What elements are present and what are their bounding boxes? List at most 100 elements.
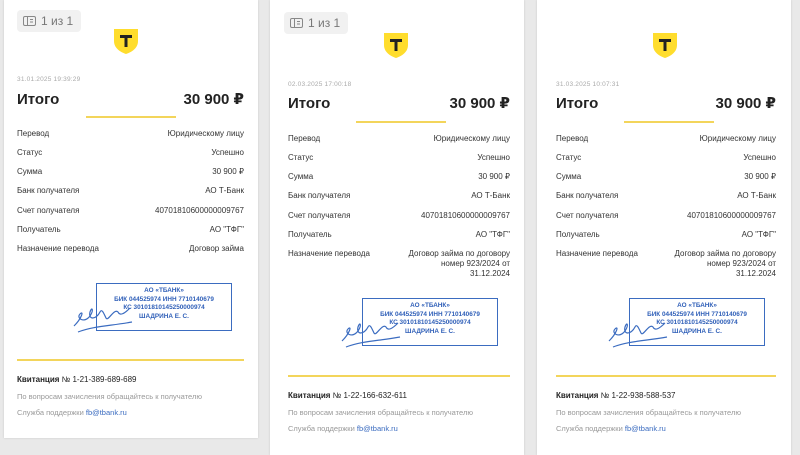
row-label: Перевод (288, 134, 321, 143)
row-label: Перевод (17, 129, 50, 138)
receipt-number: Квитанция № 1-22-938-588-537 (556, 391, 676, 400)
timestamp: 31.03.2025 10:07:31 (556, 81, 620, 88)
total-amount: 30 900 ₽ (449, 95, 510, 112)
note-text: По вопросам зачисления обращайтесь к пол… (288, 408, 473, 417)
divider (86, 116, 176, 118)
row-sum: Сумма 30 900 ₽ (556, 172, 776, 181)
row-recipient: Получатель АО "ТФГ" (17, 225, 244, 234)
row-value: Успешно (743, 153, 776, 162)
row-account: Счет получателя 40701810600000009767 (17, 206, 244, 215)
receipt-number: Квитанция № 1-21-389-689-689 (17, 375, 137, 384)
row-label: Назначение перевода (556, 249, 638, 258)
support-email-link[interactable]: fb@tbank.ru (357, 424, 398, 433)
page-counter[interactable]: 1 из 1 (17, 10, 82, 32)
receipt-value: № 1-22-938-588-537 (600, 391, 676, 400)
row-purpose: Назначение перевода Договор займа (17, 244, 244, 253)
row-value: Юридическому лицу (433, 134, 510, 143)
row-label: Сумма (556, 172, 582, 181)
support-line: Служба поддержки fb@tbank.ru (556, 424, 666, 433)
page-counter-label: 1 из 1 (41, 14, 74, 28)
signature-icon (73, 307, 133, 333)
support-email-link[interactable]: fb@tbank.ru (86, 408, 127, 417)
row-account: Счет получателя 40701810600000009767 (288, 211, 510, 220)
row-label: Банк получателя (288, 191, 351, 200)
receipt-page-2: 1 из 1 02.03.2025 17:00:18 Итого 30 900 … (270, 0, 524, 455)
page-counter-label: 1 из 1 (308, 16, 341, 30)
note-text: По вопросам зачисления обращайтесь к пол… (556, 408, 741, 417)
total-row: Итого 30 900 ₽ (556, 94, 776, 112)
row-label: Статус (288, 153, 314, 162)
row-value: АО Т-Банк (205, 186, 244, 195)
divider (288, 375, 510, 377)
receipt-label: Квитанция (288, 391, 331, 400)
row-value: АО Т-Банк (737, 191, 776, 200)
stamp-line: АО «ТБАНК» (410, 302, 450, 309)
total-label: Итого (17, 91, 60, 108)
divider (356, 121, 446, 123)
row-status: Статус Успешно (17, 148, 244, 157)
page-counter[interactable]: 1 из 1 (284, 12, 349, 34)
total-amount: 30 900 ₽ (715, 95, 776, 112)
row-label: Перевод (556, 134, 589, 143)
row-value: Договор займа (189, 244, 244, 253)
row-purpose: Назначение перевода Договор займа по дого… (288, 249, 510, 279)
row-purpose: Назначение перевода Договор займа по дого… (556, 249, 776, 279)
divider (17, 359, 244, 361)
row-value: 30 900 ₽ (744, 172, 776, 181)
row-value: Успешно (477, 153, 510, 162)
pages-icon (23, 16, 36, 26)
row-value: Успешно (211, 148, 244, 157)
tbank-logo-icon (114, 29, 138, 54)
signature-icon (608, 322, 668, 348)
note-text: По вопросам зачисления обращайтесь к пол… (17, 392, 202, 401)
stamp-line: АО «ТБАНК» (677, 302, 717, 309)
row-label: Статус (17, 148, 43, 157)
tbank-logo-icon (653, 33, 677, 58)
row-label: Счет получателя (288, 211, 351, 220)
row-sum: Сумма 30 900 ₽ (17, 167, 244, 176)
row-account: Счет получателя 40701810600000009767 (556, 211, 776, 220)
row-label: Получатель (288, 230, 332, 239)
row-label: Получатель (17, 225, 61, 234)
total-amount: 30 900 ₽ (183, 91, 244, 108)
divider (556, 375, 776, 377)
tbank-logo-icon (384, 33, 408, 58)
row-value: 40701810600000009767 (421, 211, 510, 220)
row-value: АО "ТФГ" (741, 230, 776, 239)
support-line: Служба поддержки fb@tbank.ru (17, 408, 127, 417)
support-label: Служба поддержки (288, 424, 355, 433)
row-label: Сумма (17, 167, 43, 176)
row-status: Статус Успешно (288, 153, 510, 162)
row-transfer: Перевод Юридическому лицу (288, 134, 510, 143)
row-label: Счет получателя (556, 211, 619, 220)
support-label: Служба поддержки (17, 408, 84, 417)
receipt-value: № 1-21-389-689-689 (61, 375, 137, 384)
row-bank: Банк получателя АО Т-Банк (288, 191, 510, 200)
row-label: Банк получателя (556, 191, 619, 200)
row-value: 30 900 ₽ (478, 172, 510, 181)
divider (624, 121, 714, 123)
row-value: 40701810600000009767 (687, 211, 776, 220)
receipt-label: Квитанция (17, 375, 60, 384)
pages-icon (290, 18, 303, 28)
row-label: Банк получателя (17, 186, 80, 195)
row-value: Договор займа по договору номер 923/2024… (674, 249, 776, 278)
row-recipient: Получатель АО "ТФГ" (556, 230, 776, 239)
row-sum: Сумма 30 900 ₽ (288, 172, 510, 181)
row-value: АО "ТФГ" (475, 230, 510, 239)
support-email-link[interactable]: fb@tbank.ru (625, 424, 666, 433)
row-label: Получатель (556, 230, 600, 239)
row-label: Статус (556, 153, 582, 162)
row-label: Назначение перевода (288, 249, 370, 258)
row-value: Договор займа по договору номер 923/2024… (408, 249, 510, 278)
receipt-number: Квитанция № 1-22-166-632-611 (288, 391, 407, 400)
support-label: Служба поддержки (556, 424, 623, 433)
receipt-page-3: 31.03.2025 10:07:31 Итого 30 900 ₽ Перев… (537, 0, 791, 455)
support-line: Служба поддержки fb@tbank.ru (288, 424, 398, 433)
row-value: 30 900 ₽ (212, 167, 244, 176)
row-transfer: Перевод Юридическому лицу (17, 129, 244, 138)
total-label: Итого (288, 95, 331, 112)
row-recipient: Получатель АО "ТФГ" (288, 230, 510, 239)
row-status: Статус Успешно (556, 153, 776, 162)
row-bank: Банк получателя АО Т-Банк (17, 186, 244, 195)
